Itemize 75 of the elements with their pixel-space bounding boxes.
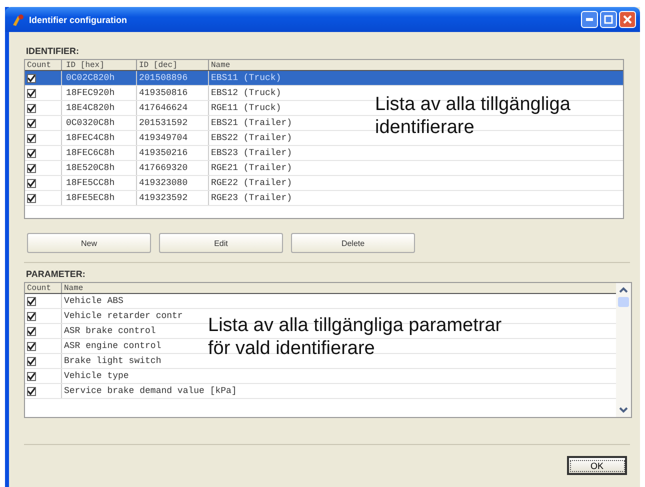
table-cell: 18FE5EC8h [66, 193, 115, 203]
action-button[interactable]: New [27, 233, 151, 253]
checkbox[interactable] [27, 164, 36, 172]
table-cell: 419323080 [139, 178, 188, 188]
table-cell: Vehicle ABS [64, 296, 124, 306]
checkbox[interactable] [27, 386, 36, 396]
app-icon [11, 12, 25, 26]
section-label: PARAMETER: [26, 269, 86, 279]
checkbox[interactable] [27, 194, 36, 202]
table-cell: RGE21 (Trailer) [211, 163, 292, 173]
table-cell: RGE11 (Truck) [211, 103, 282, 113]
table-cell: 417669320 [139, 163, 188, 173]
checkbox[interactable] [27, 148, 36, 158]
column-header[interactable]: Name [209, 60, 623, 70]
table-cell: EBS21 (Trailer) [211, 118, 292, 128]
checkbox[interactable] [27, 356, 36, 366]
minimize-icon [586, 18, 593, 21]
table-cell: ASR engine control [64, 341, 162, 351]
scroll-thumb[interactable] [618, 297, 629, 307]
table-cell: 18E520C8h [66, 163, 115, 173]
close-icon [623, 15, 632, 24]
table-cell: 18FE5CC8h [66, 178, 115, 188]
annotation-text: Lista av alla tillgängliga identifierare [375, 93, 570, 139]
table-cell: RGE23 (Trailer) [211, 193, 292, 203]
selected-row[interactable]: 0C02C820h 201508896 EBS11 (Truck) [25, 71, 623, 86]
checkbox[interactable] [27, 88, 36, 98]
table-cell: 419350816 [139, 88, 188, 98]
maximize-button[interactable] [600, 11, 617, 28]
column-header[interactable]: ID [dec] [137, 60, 209, 70]
checkbox[interactable] [27, 178, 36, 188]
table-cell: 419350216 [139, 148, 188, 158]
checkbox[interactable] [27, 312, 36, 320]
table-cell: 18E4C820h [66, 103, 115, 113]
checkbox[interactable] [27, 74, 36, 82]
table-cell: Brake light switch [64, 356, 162, 366]
column-header[interactable]: Count [25, 60, 62, 70]
table-cell: EBS11 (Truck) [211, 73, 282, 83]
section-label: IDENTIFIER: [26, 46, 80, 56]
checkbox[interactable] [27, 134, 36, 142]
table-cell: 18FEC4C8h [66, 133, 115, 143]
table-cell: Vehicle retarder contr [64, 311, 183, 321]
table-cell: 419323592 [139, 193, 188, 203]
table-cell: 18FEC6C8h [66, 148, 115, 158]
action-button[interactable]: Delete [291, 233, 415, 253]
checkbox[interactable] [27, 372, 36, 380]
window-title: Identifier configuration [29, 14, 128, 24]
table-cell: 201531592 [139, 118, 188, 128]
table-cell: EBS23 (Trailer) [211, 148, 292, 158]
table-cell: EBS22 (Trailer) [211, 133, 292, 143]
table-cell: EBS12 (Truck) [211, 88, 282, 98]
action-button[interactable]: Edit [159, 233, 283, 253]
annotation-text: Lista av alla tillgängliga parametrar för vald identifierare [208, 314, 502, 360]
table-cell: 417646624 [139, 103, 188, 113]
checkbox[interactable] [27, 118, 36, 128]
checkbox[interactable] [27, 104, 36, 112]
checkbox[interactable] [27, 296, 36, 306]
table-cell: Service brake demand value [kPa] [64, 386, 237, 396]
table-cell: ASR brake control [64, 326, 156, 336]
close-button[interactable] [619, 11, 636, 28]
column-header[interactable]: Name [62, 283, 616, 293]
maximize-icon [604, 15, 613, 24]
checkbox[interactable] [27, 342, 36, 350]
table-cell: 18FEC920h [66, 88, 115, 98]
table-cell: 419349704 [139, 133, 188, 143]
checkbox[interactable] [27, 326, 36, 336]
table-cell: Vehicle type [64, 371, 129, 381]
scrollbar[interactable] [616, 283, 631, 417]
table-cell: RGE22 (Trailer) [211, 178, 292, 188]
table-cell: 0C02C820h [66, 73, 115, 83]
column-header[interactable]: ID [hex] [62, 60, 137, 70]
minimize-button[interactable] [581, 11, 598, 28]
table-cell: 0C0320C8h [66, 118, 115, 128]
column-header[interactable]: Count [25, 283, 62, 293]
table-cell: 201508896 [139, 73, 188, 83]
ok-button[interactable]: OK [567, 456, 627, 475]
